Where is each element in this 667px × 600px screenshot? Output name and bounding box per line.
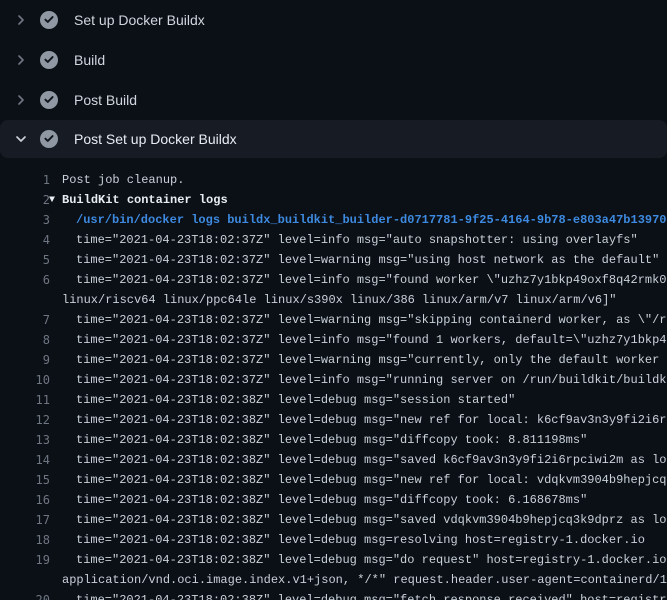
step-header-build[interactable]: Build [0,40,667,80]
check-circle-icon [40,11,58,29]
step-title: Set up Docker Buildx [74,12,205,28]
log-line-number[interactable]: 2 [0,190,50,210]
log-section: 1 Post job cleanup. 2▼ BuildKit container l… [0,158,667,600]
log-line-text: time="2021-04-23T18:02:38Z" level=debug … [62,490,587,510]
log-line-continuation: application/vnd.oci.image.index.v1+json,… [0,570,667,590]
log-line-text: time="2021-04-23T18:02:37Z" level=warnin… [62,250,659,270]
log-line-text: time="2021-04-23T18:02:38Z" level=debug … [62,390,515,410]
log-line-text: application/vnd.oci.image.index.v1+json,… [62,570,667,590]
log-line: 9 time="2021-04-23T18:02:37Z" level=warni… [0,350,667,370]
log-line-text: time="2021-04-23T18:02:38Z" level=debug … [62,550,667,570]
log-line-number [0,290,50,310]
log-line-text: time="2021-04-23T18:02:38Z" level=debug … [62,430,587,450]
check-circle-icon [40,51,58,69]
log-line-number[interactable]: 7 [0,310,50,330]
log-line-number[interactable]: 20 [0,590,50,600]
step-title: Build [74,52,105,68]
log-line: 3/usr/bin/docker logs buildx_buildkit_bu… [0,210,667,230]
log-line: 14 time="2021-04-23T18:02:38Z" level=debu… [0,450,667,470]
log-line: 18 time="2021-04-23T18:02:38Z" level=debu… [0,530,667,550]
log-line-text: time="2021-04-23T18:02:38Z" level=debug … [62,530,645,550]
step-header-set-up-docker-buildx[interactable]: Set up Docker Buildx [0,0,667,40]
chevron-right-icon[interactable] [12,92,30,108]
chevron-down-icon[interactable] [12,131,30,147]
log-line-text: time="2021-04-23T18:02:38Z" level=debug … [62,510,667,530]
log-line-number [0,570,50,590]
log-line-number[interactable]: 8 [0,330,50,350]
log-line-text: linux/riscv64 linux/ppc64le linux/s390x … [62,290,617,310]
log-group-label: BuildKit container logs [62,193,228,207]
log-line-text: time="2021-04-23T18:02:37Z" level=info m… [62,230,638,250]
log-line: 7 time="2021-04-23T18:02:37Z" level=warni… [0,310,667,330]
log-line-number[interactable]: 12 [0,410,50,430]
log-line-number[interactable]: 11 [0,390,50,410]
log-line: 8 time="2021-04-23T18:02:37Z" level=info … [0,330,667,350]
log-line-continuation: linux/riscv64 linux/ppc64le linux/s390x … [0,290,667,310]
log-group-row[interactable]: ▼ BuildKit container logs [49,190,228,210]
log-line: 6 time="2021-04-23T18:02:37Z" level=info … [0,270,667,290]
log-line: 19 time="2021-04-23T18:02:38Z" level=debu… [0,550,667,570]
log-line-number[interactable]: 3 [0,210,50,230]
log-line-number[interactable]: 16 [0,490,50,510]
step-title: Post Build [74,92,137,108]
step-title: Post Set up Docker Buildx [74,131,237,147]
log-line-number[interactable]: 5 [0,250,50,270]
log-line-number[interactable]: 15 [0,470,50,490]
log-line-number[interactable]: 6 [0,270,50,290]
step-header-post-set-up-docker-buildx[interactable]: Post Set up Docker Buildx [0,120,667,158]
log-line: 15 time="2021-04-23T18:02:38Z" level=debu… [0,470,667,490]
log-group-toggle-icon[interactable]: ▼ [49,191,55,210]
log-line-text: time="2021-04-23T18:02:37Z" level=info m… [62,270,667,290]
log-line-number[interactable]: 18 [0,530,50,550]
log-line-number[interactable]: 1 [0,170,50,190]
check-circle-icon [40,91,58,109]
log-line: 2▼ BuildKit container logs [0,190,667,210]
log-line: 5 time="2021-04-23T18:02:37Z" level=warni… [0,250,667,270]
log-line-number[interactable]: 10 [0,370,50,390]
log-line: 10 time="2021-04-23T18:02:37Z" level=info… [0,370,667,390]
log-line-text: time="2021-04-23T18:02:38Z" level=debug … [62,410,667,430]
log-line: 11 time="2021-04-23T18:02:38Z" level=debu… [0,390,667,410]
log-line: 4 time="2021-04-23T18:02:37Z" level=info … [0,230,667,250]
step-header-post-build[interactable]: Post Build [0,80,667,120]
log-line-text: time="2021-04-23T18:02:37Z" level=warnin… [62,350,667,370]
check-circle-icon [40,130,58,148]
log-line-number[interactable]: 4 [0,230,50,250]
log-line-text: time="2021-04-23T18:02:37Z" level=warnin… [62,310,667,330]
chevron-right-icon[interactable] [12,12,30,28]
log-line: 13 time="2021-04-23T18:02:38Z" level=debu… [0,430,667,450]
log-line-number[interactable]: 19 [0,550,50,570]
steps-list: Set up Docker Buildx Build Post Build Post … [0,0,667,158]
log-line: 16 time="2021-04-23T18:02:38Z" level=debu… [0,490,667,510]
workflow-log-viewer: Set up Docker Buildx Build Post Build Post … [0,0,667,600]
log-line-number[interactable]: 14 [0,450,50,470]
log-line: 1 Post job cleanup. [0,170,667,190]
log-line: 20 time="2021-04-23T18:02:38Z" level=debu… [0,590,667,600]
log-command-text: /usr/bin/docker logs buildx_buildkit_bui… [62,210,667,230]
log-line-text: Post job cleanup. [62,170,184,190]
chevron-right-icon[interactable] [12,52,30,68]
log-line-number[interactable]: 13 [0,430,50,450]
log-line-number[interactable]: 17 [0,510,50,530]
log-line: 12 time="2021-04-23T18:02:38Z" level=debu… [0,410,667,430]
log-line-text: time="2021-04-23T18:02:38Z" level=debug … [62,470,667,490]
log-line-text: time="2021-04-23T18:02:37Z" level=info m… [62,370,667,390]
log-line-number[interactable]: 9 [0,350,50,370]
log-line-text: time="2021-04-23T18:02:37Z" level=info m… [62,330,667,350]
log-line: 17 time="2021-04-23T18:02:38Z" level=debu… [0,510,667,530]
log-line-text: time="2021-04-23T18:02:38Z" level=debug … [62,590,667,600]
log-line-text: time="2021-04-23T18:02:38Z" level=debug … [62,450,667,470]
